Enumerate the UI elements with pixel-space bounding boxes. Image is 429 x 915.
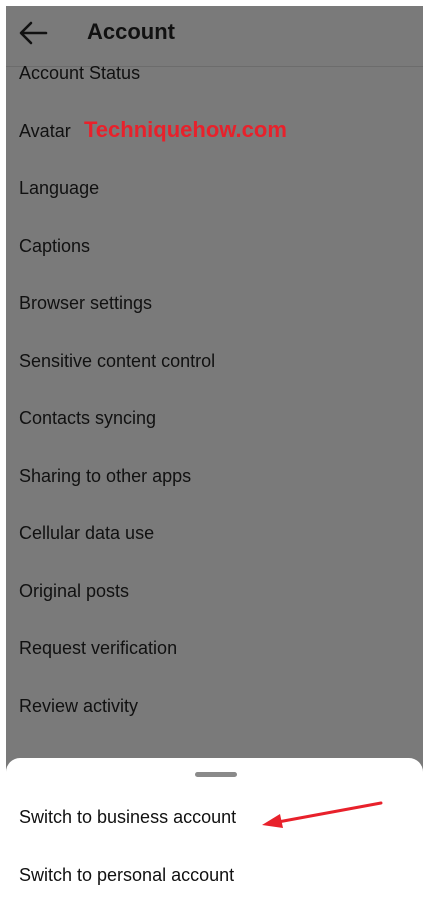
bottom-sheet: Switch to business account Switch to per…	[6, 758, 423, 909]
menu-item-original-posts[interactable]: Original posts	[6, 563, 423, 621]
menu-item-captions[interactable]: Captions	[6, 218, 423, 276]
menu-item-cellular-data-use[interactable]: Cellular data use	[6, 505, 423, 563]
settings-list: Account Status Avatar Language Captions …	[6, 45, 423, 735]
menu-item-language[interactable]: Language	[6, 160, 423, 218]
arrow-left-icon[interactable]	[18, 20, 48, 46]
phone-frame: Account Account Status Avatar Language C…	[0, 0, 429, 915]
page-title: Account	[87, 19, 175, 44]
watermark-text: Techniquehow.com	[84, 117, 287, 142]
menu-item-review-activity[interactable]: Review activity	[6, 678, 423, 736]
menu-item-contacts-syncing[interactable]: Contacts syncing	[6, 390, 423, 448]
menu-item-request-verification[interactable]: Request verification	[6, 620, 423, 678]
menu-item-browser-settings[interactable]: Browser settings	[6, 275, 423, 333]
drag-handle[interactable]	[195, 772, 237, 777]
menu-item-sensitive-content-control[interactable]: Sensitive content control	[6, 333, 423, 391]
switch-to-personal-account-option[interactable]: Switch to personal account	[6, 846, 423, 904]
menu-item-sharing-to-other-apps[interactable]: Sharing to other apps	[6, 448, 423, 506]
red-arrow-icon	[262, 801, 383, 828]
menu-item-account-status[interactable]: Account Status	[6, 45, 423, 103]
account-settings-screen: Account Account Status Avatar Language C…	[6, 6, 423, 909]
